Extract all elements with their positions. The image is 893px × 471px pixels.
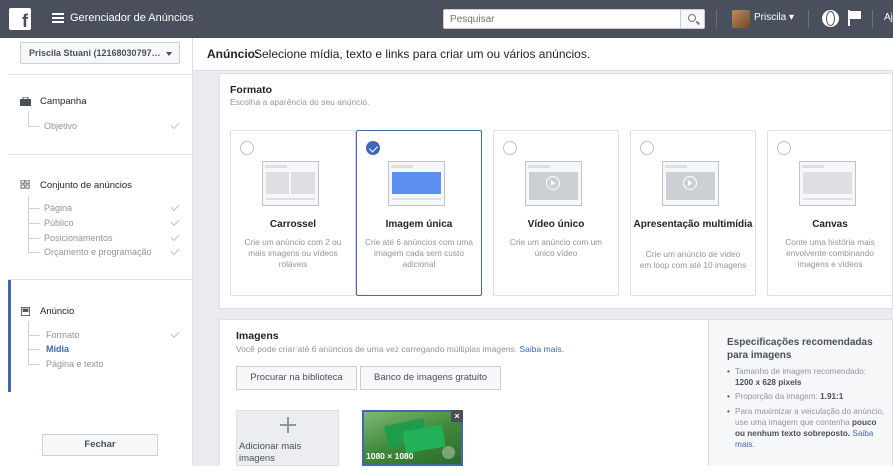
spec-size: Tamanho de imagem recomendado:1200 x 628… bbox=[727, 366, 887, 388]
video-illustration-icon bbox=[525, 161, 582, 206]
crop-icon[interactable] bbox=[442, 446, 455, 459]
format-option-carousel[interactable]: Carrossel Crie um anúncio com 2 ou mais … bbox=[230, 130, 356, 296]
tree-line bbox=[28, 238, 40, 239]
format-title: Formato bbox=[230, 84, 272, 96]
remove-image-close-icon[interactable]: × bbox=[451, 410, 463, 422]
format-option-description: Crie um anúncio com 2 ou mais imagens ou… bbox=[244, 237, 342, 269]
sidebar-adset-title[interactable]: Conjunto de anúncios bbox=[40, 180, 132, 191]
format-option-name: Carrossel bbox=[269, 219, 317, 230]
browse-library-button[interactable]: Procurar na biblioteca bbox=[236, 366, 357, 390]
format-option-single-image[interactable]: Imagem única Crie até 6 anúncios com uma… bbox=[356, 130, 482, 296]
carousel-illustration-icon bbox=[262, 161, 319, 206]
facebook-logo-icon[interactable]: f bbox=[9, 8, 31, 31]
plus-icon bbox=[280, 417, 296, 433]
images-description: Você pode criar até 6 anúncios de uma ve… bbox=[236, 344, 564, 354]
format-option-description: Crie até 6 anúncios com uma imagem cada … bbox=[365, 237, 473, 269]
tree-line bbox=[28, 364, 40, 365]
tree-line bbox=[28, 111, 29, 126]
search-box bbox=[443, 9, 705, 29]
radio-button[interactable] bbox=[503, 141, 517, 155]
tree-line bbox=[28, 252, 40, 253]
sidebar-item-placements[interactable]: Posicionamentos bbox=[44, 233, 113, 243]
help-link[interactable]: Aj bbox=[884, 12, 893, 23]
format-option-description: Crie um anúncio com um único vídeo bbox=[509, 237, 603, 258]
play-icon bbox=[546, 176, 560, 190]
tree-line bbox=[28, 335, 40, 336]
tree-line bbox=[28, 223, 40, 224]
sidebar-item-budget-schedule[interactable]: Orçamento e programação bbox=[44, 247, 152, 257]
close-button[interactable]: Fechar bbox=[42, 434, 158, 456]
ad-icon bbox=[21, 307, 30, 316]
format-option-description: Crie um anúncio de vídeo em loop com até… bbox=[639, 249, 747, 270]
user-menu[interactable]: Priscila ▾ bbox=[754, 12, 794, 23]
spec-tip: Para maximizar a veiculação do anúncio, … bbox=[727, 406, 887, 450]
divider bbox=[8, 279, 193, 280]
format-option-canvas[interactable]: Canvas Conte uma história mais envolvent… bbox=[767, 130, 893, 296]
spec-ratio: Proporção da imagem: 1.91:1 bbox=[727, 391, 887, 402]
checked-radio-icon[interactable] bbox=[366, 141, 380, 155]
divider bbox=[8, 154, 193, 155]
add-more-images-button[interactable]: Adicionar mais imagens bbox=[236, 410, 339, 466]
divider bbox=[872, 10, 873, 28]
image-specs-panel: Especificações recomendadas para imagens… bbox=[709, 319, 893, 467]
single-image-illustration-icon bbox=[388, 161, 445, 206]
format-subtitle: Escolha a aparência do seu anúncio. bbox=[230, 97, 370, 107]
tree-line bbox=[28, 208, 40, 209]
account-selector[interactable]: Priscila Stuani (12168030797… bbox=[20, 42, 180, 64]
sidebar-item-page[interactable]: Página bbox=[44, 203, 72, 213]
image-dimensions: 1080 × 1080 bbox=[366, 451, 414, 461]
sidebar-item-objective[interactable]: Objetivo bbox=[44, 121, 77, 131]
tree-line bbox=[28, 196, 29, 252]
flag-icon[interactable] bbox=[848, 10, 862, 26]
format-option-name: Imagem única bbox=[385, 219, 453, 230]
format-option-description: Conte uma história mais envolvente combi… bbox=[785, 237, 875, 269]
radio-button[interactable] bbox=[640, 141, 654, 155]
sidebar-item-page-text[interactable]: Página e texto bbox=[46, 359, 104, 369]
format-option-name: Canvas bbox=[812, 219, 848, 230]
add-more-images-label: Adicionar mais imagens bbox=[239, 441, 302, 464]
globe-icon[interactable] bbox=[822, 10, 839, 27]
format-option-single-video[interactable]: Vídeo único Crie um anúncio com um único… bbox=[493, 130, 619, 296]
divider bbox=[808, 10, 809, 28]
play-icon bbox=[683, 176, 697, 190]
chevron-down-icon bbox=[166, 52, 172, 56]
sidebar-item-media[interactable]: Mídia bbox=[46, 344, 69, 354]
radio-button[interactable] bbox=[240, 141, 254, 155]
page-subtitle: Selecione mídia, texto e links para cria… bbox=[254, 47, 591, 61]
active-section-indicator bbox=[8, 280, 11, 392]
slideshow-illustration-icon bbox=[662, 161, 719, 206]
grid-icon bbox=[20, 180, 30, 189]
sidebar-ad-title[interactable]: Anúncio bbox=[40, 306, 74, 317]
format-option-slideshow[interactable]: Apresentação multimídia Crie um anúncio … bbox=[630, 130, 756, 296]
format-option-name: Apresentação multimídia bbox=[633, 219, 753, 230]
search-button[interactable] bbox=[680, 10, 704, 28]
page-header: Anúncio: Selecione mídia, texto e links … bbox=[193, 38, 893, 71]
account-name: Priscila Stuani (12168030797… bbox=[29, 48, 161, 58]
tree-line bbox=[28, 349, 40, 350]
format-option-name: Vídeo único bbox=[527, 219, 585, 230]
menu-icon[interactable] bbox=[52, 13, 64, 23]
tree-line bbox=[28, 321, 29, 365]
tree-line bbox=[28, 126, 40, 127]
app-title[interactable]: Gerenciador de Anúncios bbox=[70, 12, 194, 24]
divider bbox=[8, 74, 193, 75]
images-title: Imagens bbox=[236, 330, 279, 342]
radio-button[interactable] bbox=[777, 141, 791, 155]
sidebar-item-format[interactable]: Formato bbox=[46, 330, 80, 340]
search-input[interactable] bbox=[444, 10, 674, 28]
sidebar-item-audience[interactable]: Público bbox=[44, 218, 74, 228]
learn-more-link[interactable]: Saiba mais. bbox=[520, 344, 564, 354]
page-title: Anúncio: bbox=[207, 47, 259, 61]
avatar[interactable] bbox=[732, 10, 750, 28]
specs-title: Especificações recomendadas para imagens bbox=[727, 337, 873, 361]
canvas-illustration-icon bbox=[799, 161, 856, 206]
image-thumbnail[interactable]: 1080 × 1080 bbox=[362, 410, 463, 466]
sidebar-campaign-title[interactable]: Campanha bbox=[40, 96, 86, 107]
divider bbox=[716, 10, 717, 28]
search-icon bbox=[688, 14, 696, 22]
briefcase-icon bbox=[20, 97, 31, 106]
free-stock-images-button[interactable]: Banco de imagens gratuito bbox=[360, 366, 501, 390]
top-navigation-bar: f Gerenciador de Anúncios Priscila ▾ Aj bbox=[0, 0, 893, 38]
bottom-strip bbox=[0, 466, 893, 471]
